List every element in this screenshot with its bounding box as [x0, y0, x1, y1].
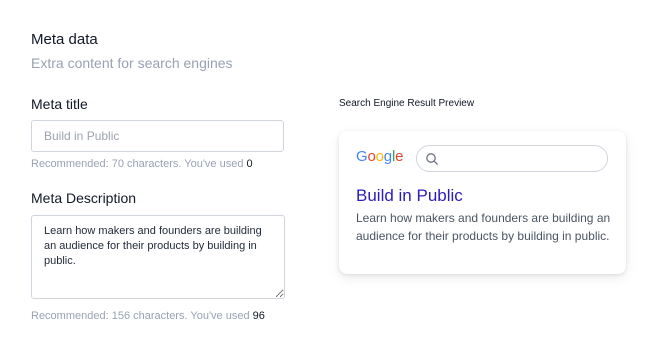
- section-subtitle: Extra content for search engines: [31, 55, 233, 71]
- section-title: Meta data: [31, 31, 98, 48]
- meta-description-used-count: 96: [252, 310, 265, 322]
- search-icon: [426, 153, 438, 165]
- meta-title-label: Meta title: [31, 96, 88, 112]
- google-logo-letter: o: [375, 148, 384, 165]
- meta-title-hint-text: Recommended: 70 characters. You've used: [31, 158, 244, 170]
- meta-title-input[interactable]: [31, 120, 284, 152]
- google-logo-letter: e: [395, 148, 404, 165]
- meta-title-hint: Recommended: 70 characters. You've used …: [31, 158, 253, 170]
- google-logo-letter: g: [383, 148, 392, 165]
- meta-description-hint: Recommended: 156 characters. You've used…: [31, 310, 265, 322]
- google-logo-letter: G: [356, 148, 368, 165]
- result-description: Learn how makers and founders are buildi…: [356, 211, 611, 243]
- meta-description-hint-text: Recommended: 156 characters. You've used: [31, 310, 250, 322]
- meta-description-label: Meta Description: [31, 190, 137, 206]
- meta-description-textarea[interactable]: Learn how makers and founders are buildi…: [31, 215, 285, 299]
- serp-preview-card: Google Build in Public Learn how makers …: [339, 131, 626, 274]
- preview-label: Search Engine Result Preview: [339, 98, 475, 109]
- preview-search-box: [416, 145, 608, 172]
- google-logo-letter: o: [367, 148, 376, 165]
- meta-title-used-count: 0: [246, 158, 253, 170]
- google-logo: Google: [356, 148, 403, 165]
- result-title-link[interactable]: Build in Public: [356, 186, 463, 206]
